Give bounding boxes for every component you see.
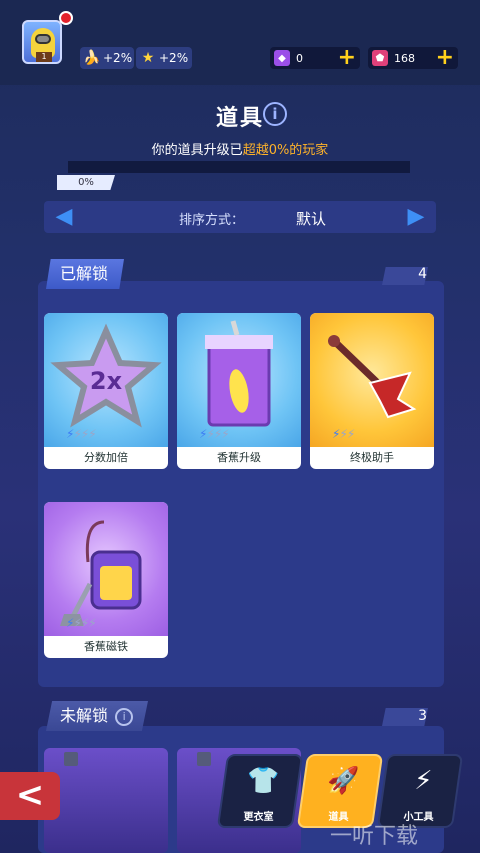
player-avatar[interactable]: 1 <box>22 20 62 64</box>
top-bar <box>0 0 480 85</box>
juice-box-icon <box>177 313 301 447</box>
purple-gem-icon: ◆ <box>274 50 290 66</box>
subtitle-highlight: 超越0%的玩家 <box>242 143 329 158</box>
watermark: 一听下载 <box>330 824 419 849</box>
subtitle-prefix: 你的道具升级已 <box>151 143 243 158</box>
lock-icon <box>64 752 78 766</box>
wardrobe-icon: 👕 <box>247 766 280 796</box>
sort-prev-button[interactable]: ◀ <box>54 205 74 229</box>
vacuum-magnet-icon <box>44 502 168 636</box>
guitar-icon <box>310 313 434 447</box>
upgrade-bolts: ⚡⚡⚡⚡ <box>66 427 97 441</box>
upgrade-progress-bar <box>68 161 410 173</box>
token-currency: ⬟ 168 + <box>368 47 458 69</box>
page-title: 道具 <box>215 106 264 131</box>
star-bonus-value: +2% <box>159 51 189 65</box>
upgrade-subtitle: 你的道具升级已超越0%的玩家 <box>0 139 480 158</box>
sort-bar: ◀ 排序方式： 默认 ▶ <box>44 201 436 233</box>
goggle-icon <box>35 34 51 44</box>
item-name: 分数加倍 <box>84 451 128 464</box>
banana-bonus: 🍌 +2% <box>80 47 134 69</box>
sort-next-button[interactable]: ▶ <box>406 205 426 229</box>
add-gem-button[interactable]: + <box>338 47 356 69</box>
player-level: 1 <box>36 52 52 62</box>
nav-gadgets[interactable]: ⚡ 小工具 <box>376 754 464 828</box>
rocket-icon: 🚀 <box>327 766 360 796</box>
star-bonus: ★ +2% <box>136 47 192 69</box>
star-2x-icon: 2x <box>44 313 168 447</box>
back-button[interactable]: < <box>0 772 60 820</box>
banana-bonus-value: +2% <box>103 51 133 65</box>
token-count: 168 <box>394 51 415 65</box>
nav-items[interactable]: 🚀 道具 <box>296 754 384 828</box>
upgrade-bolts: ⚡⚡⚡⚡ <box>66 616 97 630</box>
progress-label: 0% <box>57 175 115 190</box>
nav-wardrobe-label: 更衣室 <box>243 812 274 823</box>
banana-icon: 🍌 <box>83 50 101 66</box>
gem-count: 0 <box>296 51 303 65</box>
star-icon: ★ <box>141 50 155 66</box>
unlocked-section-tab: 已解锁 <box>46 259 124 289</box>
unlocked-count: 4 <box>418 266 427 282</box>
locked-item-card-1[interactable] <box>44 748 168 853</box>
pink-token-icon: ⬟ <box>372 50 388 66</box>
lock-icon <box>197 752 211 766</box>
info-icon[interactable]: i <box>263 102 287 126</box>
locked-section-tab: 未解锁 i <box>46 701 148 731</box>
notification-dot <box>59 11 73 25</box>
sort-label: 排序方式： <box>179 213 245 228</box>
svg-text:2x: 2x <box>90 367 123 395</box>
upgrade-bolts: ⚡⚡⚡ <box>332 427 355 441</box>
item-card-banana-magnet[interactable]: ⚡⚡⚡⚡ 香蕉磁铁 <box>44 502 168 658</box>
item-card-score-double[interactable]: 2x ⚡⚡⚡⚡ 分数加倍 <box>44 313 168 469</box>
gem-currency: ◆ 0 + <box>270 47 360 69</box>
gadget-icon: ⚡ <box>414 766 433 796</box>
nav-wardrobe[interactable]: 👕 更衣室 <box>216 754 304 828</box>
upgrade-bolts: ⚡⚡⚡⚡ <box>199 427 230 441</box>
item-name: 终极助手 <box>350 451 394 464</box>
item-card-ultimate-helper[interactable]: ⚡⚡⚡ 终极助手 <box>310 313 434 469</box>
locked-count: 3 <box>418 708 427 724</box>
item-name: 香蕉磁铁 <box>84 640 128 653</box>
item-card-banana-upgrade[interactable]: ⚡⚡⚡⚡ 香蕉升级 <box>177 313 301 469</box>
sort-value: 默认 <box>296 210 327 228</box>
locked-section-label: 未解锁 <box>60 706 109 725</box>
locked-info-icon[interactable]: i <box>115 707 134 726</box>
item-name: 香蕉升级 <box>217 451 261 464</box>
add-token-button[interactable]: + <box>436 47 454 69</box>
